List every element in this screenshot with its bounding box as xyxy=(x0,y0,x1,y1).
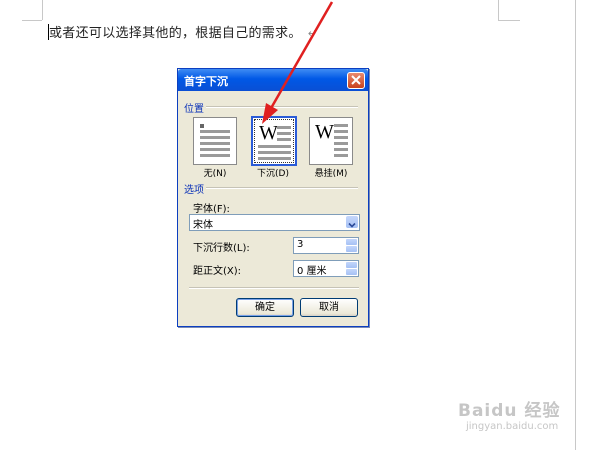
watermark-url: jingyan.baidu.com xyxy=(466,421,559,432)
watermark-logo: Baidu 经验 xyxy=(458,401,561,421)
annotation-arrow xyxy=(262,1,334,124)
